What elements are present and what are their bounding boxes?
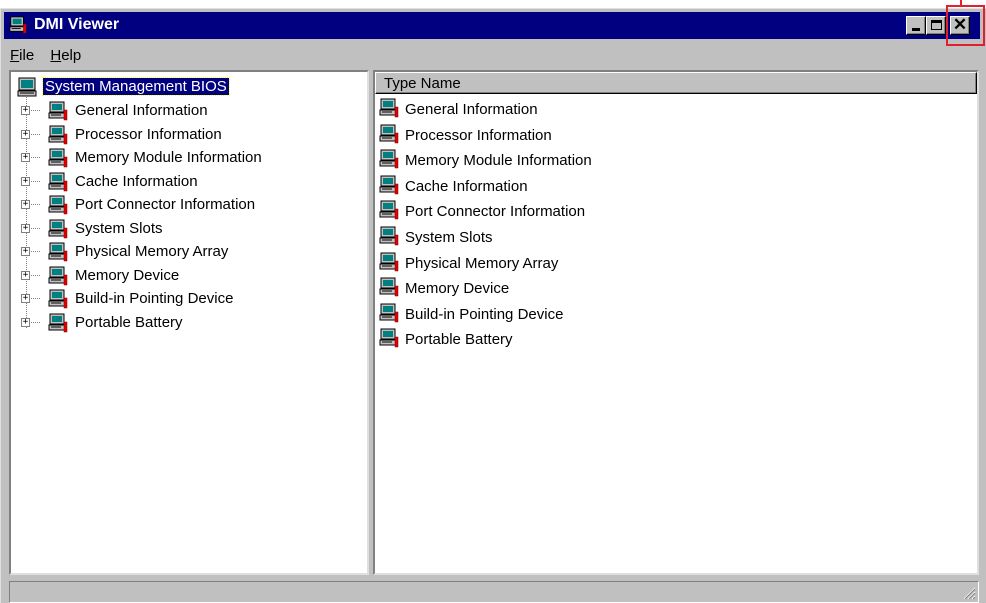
tree-node[interactable]: + Processor Information bbox=[19, 124, 349, 146]
close-button-highlight bbox=[946, 5, 985, 46]
minimize-button[interactable] bbox=[906, 16, 926, 35]
menu-file-accel: F bbox=[10, 47, 20, 64]
list-item[interactable]: Portable Battery bbox=[379, 327, 779, 351]
column-header-type-name[interactable]: Type Name bbox=[375, 72, 977, 94]
list-item-label: Build-in Pointing Device bbox=[405, 305, 564, 323]
menu-file[interactable]: File bbox=[4, 45, 40, 64]
expand-icon[interactable]: + bbox=[21, 223, 30, 233]
expand-icon[interactable]: + bbox=[21, 200, 30, 209]
tree-node[interactable]: + System Slots bbox=[19, 218, 349, 240]
list-item-label: System Slots bbox=[405, 229, 493, 246]
dmi-type-icon bbox=[48, 266, 68, 286]
tree-node-label: Processor Information bbox=[75, 125, 222, 143]
tree-node[interactable]: + Portable Battery bbox=[19, 312, 349, 334]
list-item-label: Port Connector Information bbox=[405, 203, 586, 221]
tree-node-label: Cache Information bbox=[75, 172, 198, 190]
expand-icon[interactable]: + bbox=[21, 247, 30, 256]
dmi-type-icon bbox=[379, 252, 399, 272]
dmi-type-icon bbox=[48, 313, 68, 333]
list-item-label: General Information bbox=[405, 101, 538, 118]
resize-grip-icon[interactable] bbox=[962, 586, 976, 600]
tree-node-label: General Information bbox=[75, 102, 208, 119]
list-item[interactable]: Build-in Pointing Device bbox=[379, 302, 779, 326]
dmi-type-icon bbox=[379, 124, 399, 144]
list-item[interactable]: Cache Information bbox=[379, 174, 779, 198]
tree-node[interactable]: + Cache Information bbox=[19, 171, 349, 193]
list-item-label: Physical Memory Array bbox=[405, 254, 559, 272]
list-item-label: Cache Information bbox=[405, 177, 528, 195]
tree-root-label: System Management BIOS bbox=[42, 77, 230, 96]
dmi-type-icon bbox=[48, 172, 68, 192]
menu-help[interactable]: Help bbox=[44, 45, 87, 64]
dmi-type-icon bbox=[48, 148, 68, 168]
tree-node-label: Build-in Pointing Device bbox=[75, 290, 234, 307]
dmi-type-icon bbox=[48, 242, 68, 262]
list-item[interactable]: Memory Module Information bbox=[379, 148, 779, 172]
column-header-label: Type Name bbox=[384, 75, 461, 92]
dmi-type-icon bbox=[48, 125, 68, 145]
tree-node-label: Physical Memory Array bbox=[75, 243, 229, 260]
computer-icon[interactable] bbox=[8, 16, 28, 34]
list-view[interactable]: Type Name General Information Processor I… bbox=[373, 70, 979, 575]
tree-node[interactable]: + Memory Module Information bbox=[19, 147, 349, 169]
minimize-icon bbox=[912, 28, 920, 31]
tree-node[interactable]: + Port Connector Information bbox=[19, 194, 349, 216]
expand-icon[interactable]: + bbox=[21, 153, 30, 162]
maximize-button[interactable] bbox=[926, 16, 946, 35]
dmi-type-icon bbox=[48, 289, 68, 309]
tree-node-label: Memory Module Information bbox=[75, 149, 262, 166]
dmi-viewer-window: DMI Viewer ✕ File Help System Management… bbox=[0, 8, 986, 603]
dmi-type-icon bbox=[379, 303, 399, 323]
dmi-type-icon bbox=[379, 200, 399, 220]
dmi-type-icon bbox=[379, 98, 399, 118]
tree-node[interactable]: + Build-in Pointing Device bbox=[19, 288, 349, 310]
list-item[interactable]: Processor Information bbox=[379, 123, 779, 147]
list-item[interactable]: Physical Memory Array bbox=[379, 251, 779, 275]
tree-node-label: Port Connector Information bbox=[75, 196, 256, 213]
expand-icon[interactable]: + bbox=[21, 129, 30, 139]
dmi-type-icon bbox=[379, 328, 399, 348]
expand-icon[interactable]: + bbox=[21, 176, 30, 186]
dmi-type-icon bbox=[48, 101, 68, 121]
window-title: DMI Viewer bbox=[34, 16, 120, 33]
list-item[interactable]: General Information bbox=[379, 97, 779, 121]
menu-bar: File Help bbox=[4, 45, 87, 67]
maximize-icon bbox=[931, 20, 942, 30]
list-item-label: Memory Module Information bbox=[405, 152, 592, 170]
dmi-type-icon bbox=[48, 219, 68, 239]
list-item[interactable]: Memory Device bbox=[379, 276, 779, 300]
expand-icon[interactable]: + bbox=[21, 317, 30, 327]
tree-node-label: Portable Battery bbox=[75, 313, 183, 331]
dmi-type-icon bbox=[48, 195, 68, 215]
list-item[interactable]: Port Connector Information bbox=[379, 199, 779, 223]
expand-icon[interactable]: + bbox=[21, 294, 30, 303]
expand-icon[interactable]: + bbox=[21, 106, 30, 115]
tree-view[interactable]: System Management BIOS + General Informat… bbox=[9, 70, 369, 575]
title-bar[interactable]: DMI Viewer ✕ bbox=[4, 12, 980, 39]
tree-node-label: Memory Device bbox=[75, 266, 180, 284]
computer-icon bbox=[17, 77, 37, 97]
menu-file-label: ile bbox=[19, 47, 35, 64]
list-item-label: Portable Battery bbox=[405, 331, 513, 349]
dmi-type-icon bbox=[379, 149, 399, 169]
list-item-label: Processor Information bbox=[405, 126, 552, 144]
dmi-type-icon bbox=[379, 226, 399, 246]
tree-node[interactable]: + General Information bbox=[19, 100, 349, 122]
menu-help-label: elp bbox=[61, 47, 82, 64]
expand-icon[interactable]: + bbox=[21, 270, 30, 280]
tree-node[interactable]: + Memory Device bbox=[19, 265, 349, 287]
list-item[interactable]: System Slots bbox=[379, 225, 779, 249]
tree-node[interactable]: + Physical Memory Array bbox=[19, 241, 349, 263]
dmi-type-icon bbox=[379, 277, 399, 297]
dmi-type-icon bbox=[379, 175, 399, 195]
list-item-label: Memory Device bbox=[405, 280, 510, 298]
menu-help-accel: H bbox=[50, 47, 62, 64]
tree-node-label: System Slots bbox=[75, 219, 163, 237]
status-bar bbox=[9, 581, 979, 603]
